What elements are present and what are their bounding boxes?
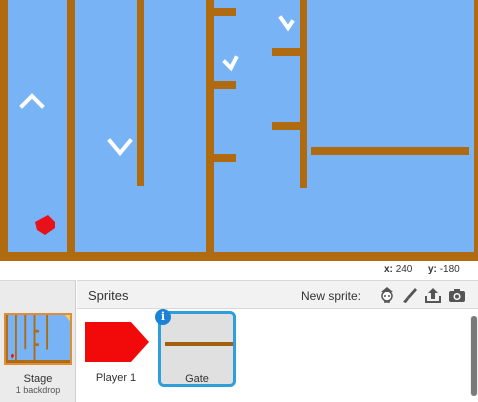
sprites-title: Sprites bbox=[88, 288, 129, 303]
wall-divider-1 bbox=[67, 0, 75, 256]
sprite-tile-player-1[interactable]: Player 1 bbox=[79, 312, 153, 388]
mouse-coordinates: x: 240 y: -180 bbox=[0, 261, 478, 279]
coord-x: x: 240 bbox=[384, 264, 413, 275]
stage-selector[interactable]: Stage 1 backdrop bbox=[0, 280, 76, 402]
paintbrush-icon[interactable] bbox=[401, 286, 419, 304]
sprite-tile-gate[interactable]: i Gate bbox=[155, 309, 236, 387]
character-library-icon[interactable] bbox=[378, 286, 396, 304]
stage-label: Stage bbox=[23, 373, 53, 385]
wall-ledge-2 bbox=[206, 81, 236, 89]
sprites-list: Player 1 i Gate bbox=[77, 309, 469, 402]
wall-ledge-4 bbox=[272, 48, 307, 56]
stage-thumbnail[interactable] bbox=[4, 313, 72, 365]
sprites-header: Sprites New sprite: bbox=[77, 280, 478, 309]
wall-long-shelf bbox=[311, 147, 469, 155]
scrollbar-thumb[interactable] bbox=[471, 316, 477, 396]
upload-icon[interactable] bbox=[424, 286, 442, 304]
wall-ledge-1 bbox=[206, 8, 236, 16]
sprite-name: Player 1 bbox=[95, 372, 137, 384]
maze-scene bbox=[0, 0, 478, 261]
sprite-name: Gate bbox=[185, 373, 209, 385]
backdrop-count: 1 backdrop bbox=[15, 385, 61, 395]
stage-canvas[interactable] bbox=[0, 0, 478, 261]
coord-y: y: -180 bbox=[428, 264, 460, 275]
sprite-pane: Stage 1 backdrop Sprites New sprite: Pla… bbox=[0, 280, 478, 402]
wall-left bbox=[0, 0, 8, 261]
camera-icon[interactable] bbox=[448, 286, 466, 304]
scratch-editor: x: 240 y: -180 Stage 1 backdrop Sprites … bbox=[0, 0, 478, 402]
wall-divider-4 bbox=[300, 0, 307, 188]
wall-right bbox=[474, 0, 478, 261]
wall-divider-2 bbox=[137, 0, 144, 186]
new-sprite-label: New sprite: bbox=[301, 289, 362, 303]
sprites-scrollbar[interactable] bbox=[470, 316, 478, 396]
sprite-thumbnail bbox=[83, 316, 149, 364]
wall-ledge-3 bbox=[206, 154, 236, 162]
sprite-thumbnail bbox=[163, 316, 235, 364]
wall-ledge-5 bbox=[272, 122, 307, 130]
stage-thumbnail-image bbox=[6, 315, 70, 363]
wall-divider-3 bbox=[206, 0, 214, 256]
